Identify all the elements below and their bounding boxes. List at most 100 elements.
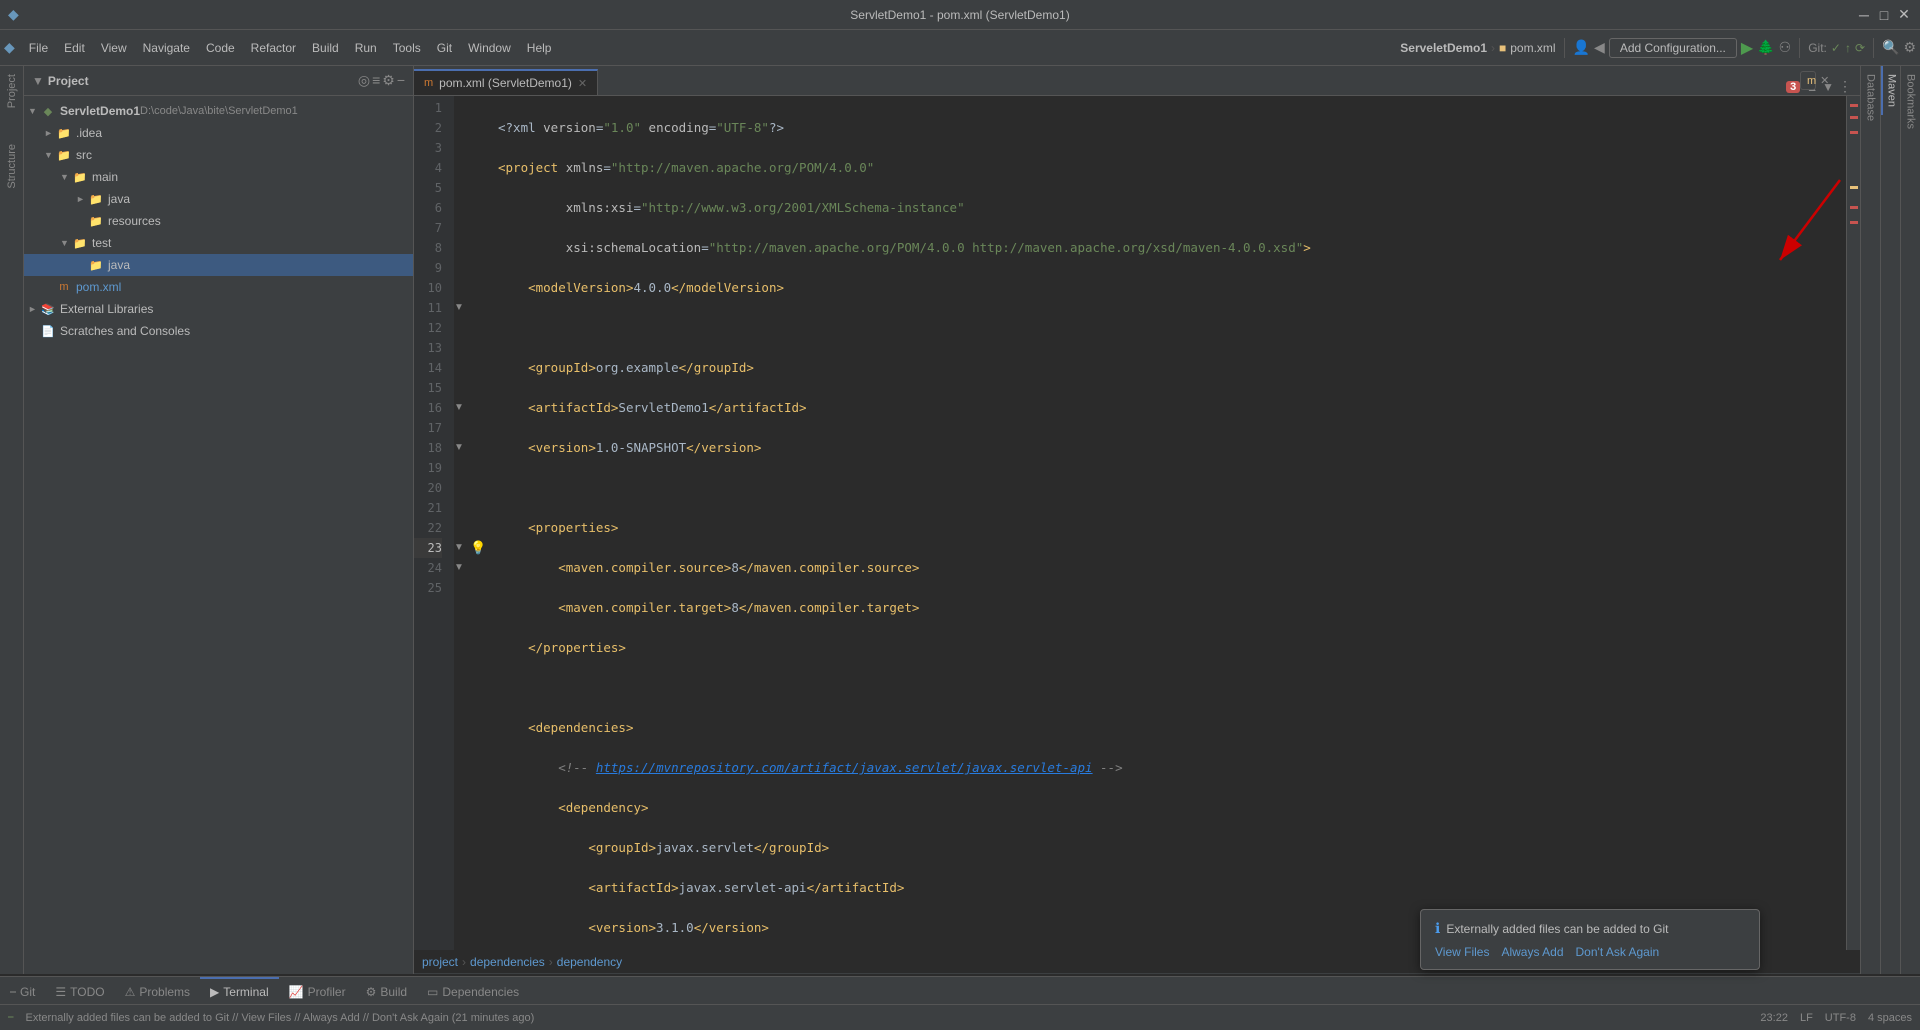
tree-item-src[interactable]: ▼ 📁 src <box>24 144 413 166</box>
fold-close-deps[interactable]: ▼ <box>454 558 464 578</box>
menu-build[interactable]: Build <box>306 39 345 57</box>
maven-close[interactable]: ✕ <box>1820 74 1829 87</box>
error-marker <box>1850 206 1858 209</box>
bottom-tab-todo[interactable]: ☰ TODO <box>45 977 114 1005</box>
debug-button[interactable]: 🌲 <box>1757 39 1774 56</box>
tree-item-pomxml[interactable]: m pom.xml <box>24 276 413 298</box>
notification-actions: View Files Always Add Don't Ask Again <box>1435 945 1745 959</box>
always-add-link[interactable]: Always Add <box>1501 945 1563 959</box>
bottom-tab-terminal[interactable]: ▶ Terminal <box>200 977 279 1005</box>
menu-edit[interactable]: Edit <box>58 39 91 57</box>
terminal-icon: ▶ <box>210 985 219 999</box>
menu-navigate[interactable]: Navigate <box>137 39 196 57</box>
fold-dependencies[interactable]: ▼ <box>454 398 464 418</box>
editor-content: 12345 678910 1112131415 1617181920 2122 … <box>414 96 1860 950</box>
expand-arrow[interactable]: ▼ <box>60 172 72 182</box>
menu-window[interactable]: Window <box>462 39 517 57</box>
tree-item-java-main[interactable]: ► 📁 java <box>24 188 413 210</box>
bottom-tab-profiler[interactable]: 📈 Profiler <box>279 977 356 1005</box>
close-btn[interactable]: ✕ <box>1896 7 1912 23</box>
tree-item-idea[interactable]: ► 📁 .idea <box>24 122 413 144</box>
expand-arrow[interactable]: ▼ <box>44 150 56 160</box>
breadcrumb-project[interactable]: project <box>422 955 458 969</box>
gutter-spacer <box>470 198 490 218</box>
toolbar-navigate-back[interactable]: ◀ <box>1594 39 1605 56</box>
tree-item-resources[interactable]: 📁 resources <box>24 210 413 232</box>
tree-item-root[interactable]: ▼ ◆ ServletDemo1 D:\code\Java\bite\Servl… <box>24 100 413 122</box>
line-ending[interactable]: LF <box>1800 1012 1813 1024</box>
expand-arrow[interactable]: ► <box>28 304 40 314</box>
fold-dependency[interactable]: ▼ <box>454 438 464 458</box>
locate-icon[interactable]: ◎ <box>358 72 370 89</box>
bookmarks-tab[interactable]: Bookmarks <box>1902 66 1920 137</box>
bottom-tab-problems[interactable]: ⚠ Problems <box>115 977 200 1005</box>
build-icon[interactable]: ⚇ <box>1779 39 1792 56</box>
line-20: <artifactId>javax.servlet-api</artifactI… <box>498 878 1846 898</box>
menu-code[interactable]: Code <box>200 39 241 57</box>
gutter-spacer <box>470 238 490 258</box>
tree-item-main[interactable]: ▼ 📁 main <box>24 166 413 188</box>
maven-reload-button[interactable]: m ✕ <box>1800 71 1816 90</box>
menu-file[interactable]: File <box>23 39 54 57</box>
add-configuration-button[interactable]: Add Configuration... <box>1609 38 1737 58</box>
editor-tab-pomxml[interactable]: m pom.xml (ServletDemo1) ✕ <box>414 69 598 95</box>
maximize-btn[interactable]: □ <box>1876 7 1892 23</box>
database-tab[interactable]: Database <box>1862 66 1880 129</box>
line-6 <box>498 318 1846 338</box>
expand-arrow[interactable]: ► <box>44 128 56 138</box>
fold-properties[interactable]: ▼ <box>454 298 464 318</box>
menu-tools[interactable]: Tools <box>387 39 427 57</box>
settings-icon[interactable]: ⚙ <box>1903 39 1916 56</box>
expand-arrow[interactable]: ▼ <box>28 106 40 116</box>
tabs-more[interactable]: ⋮ <box>1838 78 1852 95</box>
toolbar-user-icon[interactable]: 👤 <box>1573 39 1590 56</box>
panel-settings-icon[interactable]: ⚙ <box>382 72 395 89</box>
fold-close-dep[interactable]: ▼ <box>454 538 464 558</box>
breadcrumb-dependency[interactable]: dependency <box>557 955 622 969</box>
menu-view[interactable]: View <box>95 39 133 57</box>
structure-side-tab[interactable]: Structure <box>3 136 21 197</box>
line-19: <groupId>javax.servlet</groupId> <box>498 838 1846 858</box>
minimize-btn[interactable]: ─ <box>1856 7 1872 23</box>
expand-arrow[interactable]: ▼ <box>60 238 72 248</box>
cursor-position[interactable]: 23:22 <box>1760 1012 1788 1024</box>
line-3: xmlns:xsi="http://www.w3.org/2001/XMLSch… <box>498 198 1846 218</box>
search-icon[interactable]: 🔍 <box>1882 39 1899 56</box>
maven-icon: m <box>1807 75 1816 87</box>
bottom-tab-dependencies[interactable]: ▭ Dependencies <box>417 977 529 1005</box>
project-dropdown-icon[interactable]: ▼ <box>32 74 44 88</box>
bottom-tab-build[interactable]: ⚙ Build <box>356 977 417 1005</box>
bulb-line23[interactable]: 💡 <box>470 538 490 558</box>
bottom-tab-git[interactable]: ⎯ Git <box>0 977 45 1005</box>
maven-tab[interactable]: Maven <box>1881 66 1901 115</box>
menu-run[interactable]: Run <box>349 39 383 57</box>
tab-close-button[interactable]: ✕ <box>578 77 587 90</box>
line-18: <dependency> <box>498 798 1846 818</box>
window-controls[interactable]: ─ □ ✕ <box>1856 7 1912 23</box>
breadcrumb-dependencies[interactable]: dependencies <box>470 955 545 969</box>
tree-item-scratches[interactable]: 📄 Scratches and Consoles <box>24 320 413 342</box>
indent-info[interactable]: 4 spaces <box>1868 1012 1912 1024</box>
toolbar-sep: › <box>1491 41 1495 55</box>
menu-git[interactable]: Git <box>431 39 458 57</box>
gutter-spacer <box>470 378 490 398</box>
error-marker <box>1850 104 1858 107</box>
code-editor[interactable]: <?xml version="1.0" encoding="UTF-8"?> <… <box>490 96 1846 950</box>
tree-item-test[interactable]: ▼ 📁 test <box>24 232 413 254</box>
view-files-link[interactable]: View Files <box>1435 945 1489 959</box>
expand-arrow[interactable]: ► <box>76 194 88 204</box>
line-16: <dependencies> <box>498 718 1846 738</box>
tree-item-java-test[interactable]: 📁 java <box>24 254 413 276</box>
collapse-all-icon[interactable]: ≡ <box>372 72 380 89</box>
menu-refactor[interactable]: Refactor <box>245 39 302 57</box>
charset[interactable]: UTF-8 <box>1825 1012 1856 1024</box>
dont-ask-link[interactable]: Don't Ask Again <box>1576 945 1660 959</box>
folder-icon: 📁 <box>56 147 72 163</box>
profiler-icon: 📈 <box>289 985 304 999</box>
hide-panel-icon[interactable]: − <box>397 72 405 89</box>
menu-help[interactable]: Help <box>521 39 558 57</box>
scrollbar-markers <box>1846 96 1860 950</box>
tree-item-external-libs[interactable]: ► 📚 External Libraries <box>24 298 413 320</box>
project-side-tab[interactable]: Project <box>3 66 21 116</box>
run-button[interactable]: ▶ <box>1741 38 1753 58</box>
